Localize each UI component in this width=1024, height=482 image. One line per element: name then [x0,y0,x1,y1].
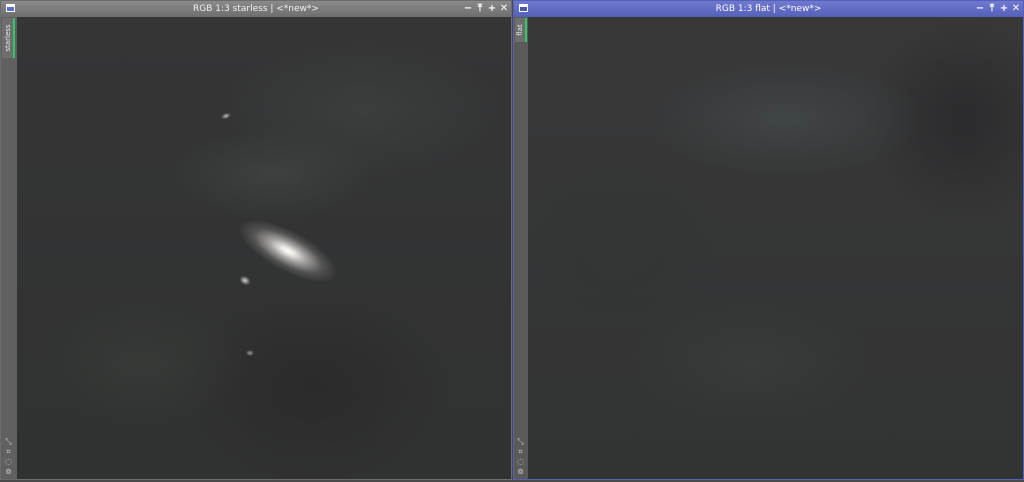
close-icon[interactable]: ✕ [1011,3,1021,15]
fit-view-icon[interactable]: ⤡ [516,437,525,446]
window-titlebar[interactable]: RGB 1:3 starless | <*new*> − ⤒ + ✕ [1,1,511,17]
window-controls: − ⤒ + ✕ [463,3,509,15]
window-title: RGB 1:3 flat | <*new*> [715,4,822,14]
settings-icon[interactable]: ⊚ [516,467,525,476]
window-sidebar: flat ⤡ ⌗ ◌ ⊚ [514,17,528,479]
zoom-icon[interactable]: ⌗ [4,447,13,456]
image-canvas[interactable] [17,17,511,479]
window-sidebar: starless ⤡ ⌗ ◌ ⊚ [1,17,17,479]
satellite-galaxy [237,273,253,288]
stf-icon[interactable]: ◌ [516,457,525,466]
window-controls: − ⤒ + ✕ [975,3,1021,15]
zoom-icon[interactable]: ⌗ [516,447,525,456]
satellite-galaxy [220,111,232,121]
image-canvas[interactable] [528,17,1023,479]
view-id-label: flat [516,24,524,36]
minimize-icon[interactable]: − [463,3,473,15]
window-titlebar[interactable]: RGB 1:3 flat | <*new*> − ⤒ + ✕ [514,1,1023,17]
window-title: RGB 1:3 starless | <*new*> [193,4,319,14]
shade-icon[interactable]: ⤒ [987,3,997,15]
view-id-tab[interactable]: starless [2,18,15,58]
stf-icon[interactable]: ◌ [4,457,13,466]
shade-icon[interactable]: ⤒ [475,3,485,15]
image-window-starless[interactable]: RGB 1:3 starless | <*new*> − ⤒ + ✕ starl… [0,0,512,480]
maximize-icon[interactable]: + [999,3,1009,15]
image-window-flat[interactable]: RGB 1:3 flat | <*new*> − ⤒ + ✕ flat ⤡ ⌗ … [513,0,1024,480]
satellite-galaxy [246,350,254,356]
fit-view-icon[interactable]: ⤡ [4,437,13,446]
minimize-icon[interactable]: − [975,3,985,15]
close-icon[interactable]: ✕ [499,3,509,15]
view-id-label: starless [3,24,12,52]
settings-icon[interactable]: ⊚ [4,467,13,476]
view-id-tab[interactable]: flat [515,18,527,42]
maximize-icon[interactable]: + [487,3,497,15]
